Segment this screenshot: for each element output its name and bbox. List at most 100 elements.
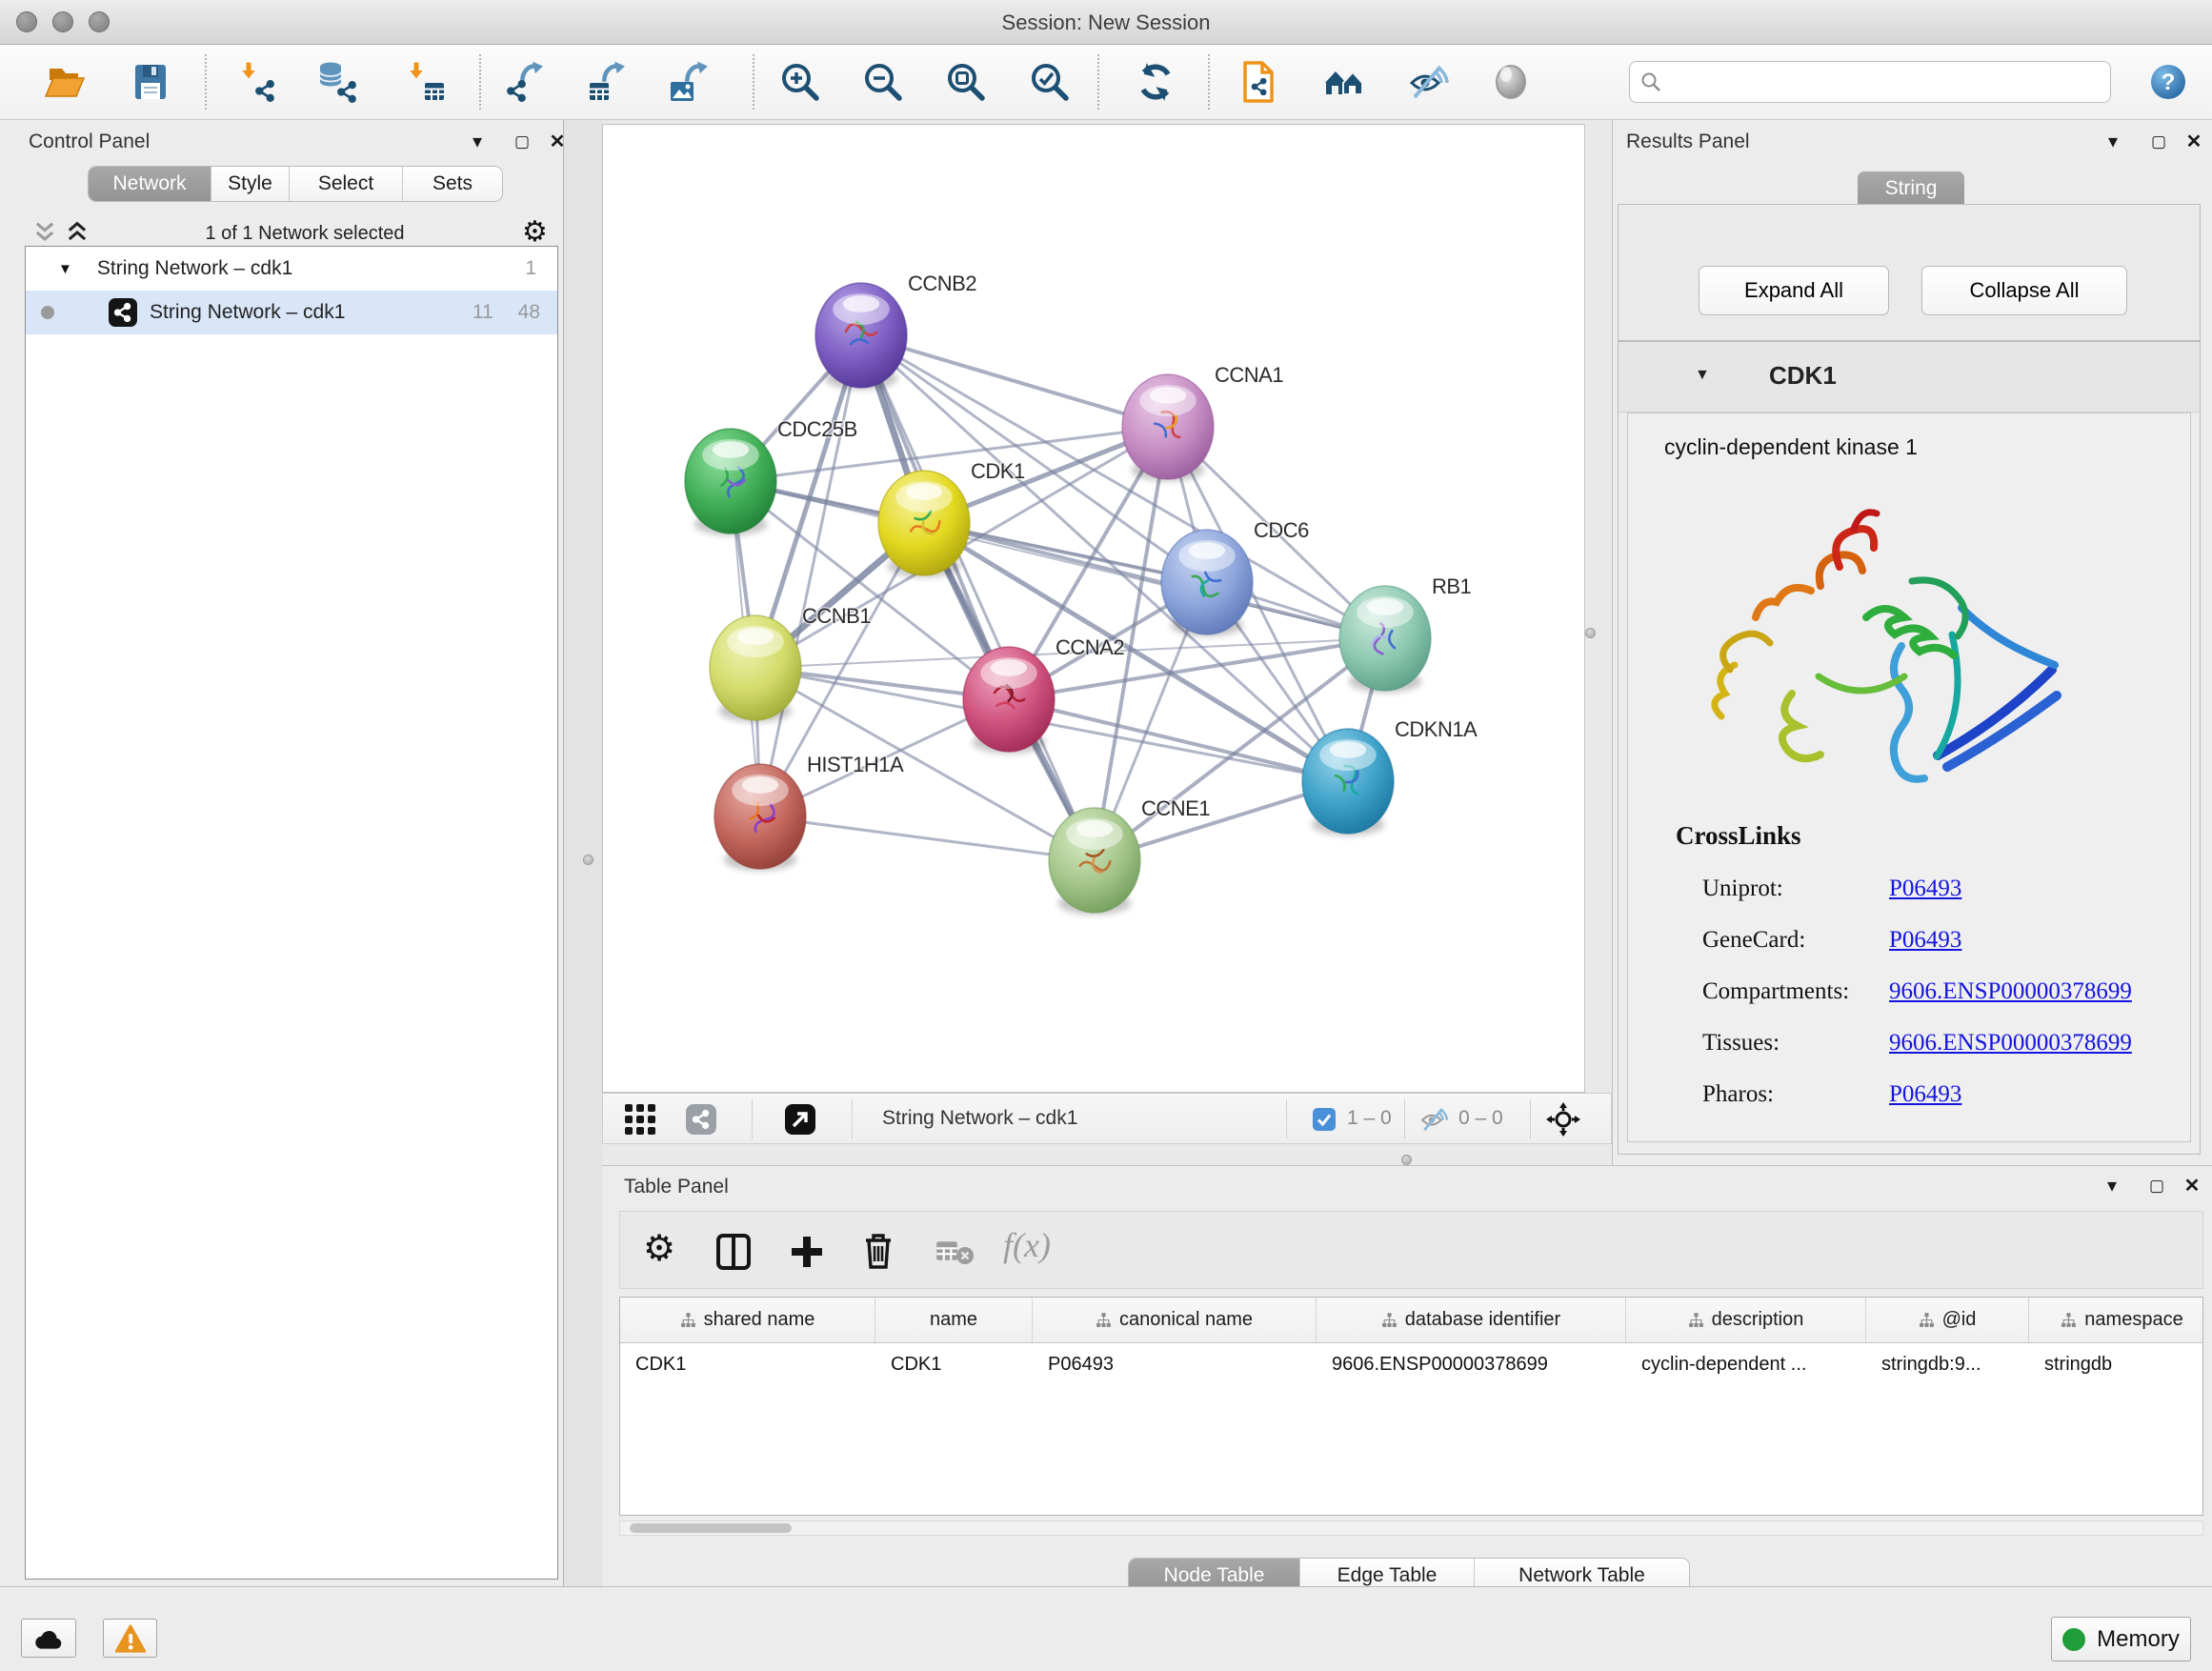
scrollbar-thumb[interactable] <box>630 1523 792 1533</box>
node-label-CCNA1: CCNA1 <box>1215 363 1283 387</box>
zoom-fit-icon[interactable] <box>944 60 988 104</box>
tab-sets[interactable]: Sets <box>403 167 502 201</box>
column-header-namespace[interactable]: namespace <box>2029 1298 2203 1342</box>
column-header--id[interactable]: @id <box>1866 1298 2029 1342</box>
node-CCNE1[interactable] <box>1049 808 1140 915</box>
open-in-window-icon[interactable] <box>784 1103 816 1136</box>
table-cell[interactable]: cyclin-dependent ... <box>1626 1343 1866 1385</box>
node-CCNA2[interactable] <box>963 647 1055 754</box>
column-header-canonical-name[interactable]: canonical name <box>1033 1298 1317 1342</box>
protein-structure-image <box>1676 474 2095 817</box>
hide-selected-eye-icon[interactable] <box>1406 60 1450 104</box>
expand-all-button[interactable]: Expand All <box>1699 266 1889 315</box>
main-toolbar: ? <box>0 45 2212 120</box>
export-image-icon[interactable] <box>668 60 712 104</box>
node-CDC25B[interactable] <box>685 429 776 535</box>
table-cell[interactable]: P06493 <box>1033 1343 1317 1385</box>
maximize-panel-icon[interactable]: ▢ <box>2142 1174 2171 1198</box>
open-session-icon[interactable] <box>43 60 87 104</box>
table-cell[interactable]: stringdb:9... <box>1866 1343 2029 1385</box>
export-network-icon[interactable] <box>503 60 547 104</box>
node-CCNA1[interactable] <box>1122 374 1214 481</box>
close-panel-icon[interactable]: ✕ <box>2180 130 2208 154</box>
close-panel-icon[interactable]: ✕ <box>543 130 572 154</box>
tab-string[interactable]: String <box>1858 171 1964 206</box>
selected-checkbox-icon[interactable] <box>1312 1107 1337 1132</box>
collapse-all-chevrons-icon[interactable] <box>65 219 90 246</box>
network-canvas[interactable]: CCNB2CCNA1CDC25BCDK1CDC6RB1CCNB1CCNA2CDK… <box>602 124 1585 1093</box>
node-CDK1[interactable] <box>878 471 970 577</box>
float-panel-icon[interactable]: ▾ <box>2098 1174 2126 1198</box>
warning-status-button[interactable] <box>103 1619 157 1658</box>
column-header-shared-name[interactable]: shared name <box>620 1298 875 1342</box>
bottom-splitter-handle[interactable] <box>1401 1155 1412 1165</box>
collapse-all-button[interactable]: Collapse All <box>1921 266 2127 315</box>
help-icon[interactable]: ? <box>2149 63 2187 101</box>
maximize-panel-icon[interactable]: ▢ <box>2144 130 2173 154</box>
float-panel-icon[interactable]: ▾ <box>2099 130 2127 154</box>
maximize-panel-icon[interactable]: ▢ <box>508 130 536 154</box>
table-row[interactable]: CDK1CDK1P064939606.ENSP00000378699cyclin… <box>620 1343 2202 1385</box>
tab-network[interactable]: Network <box>89 167 211 201</box>
show-columns-icon[interactable] <box>715 1233 752 1271</box>
import-network-database-icon[interactable] <box>316 60 360 104</box>
tab-style[interactable]: Style <box>211 167 290 201</box>
home-pages-icon[interactable] <box>1322 60 1366 104</box>
table-cell[interactable]: CDK1 <box>620 1343 875 1385</box>
node-RB1[interactable] <box>1339 586 1431 693</box>
network-edges[interactable] <box>731 335 1385 860</box>
node-CCNB1[interactable] <box>710 615 801 722</box>
cloud-status-button[interactable] <box>21 1619 76 1658</box>
network-view-title: String Network – cdk1 <box>882 1107 1077 1130</box>
tab-select[interactable]: Select <box>290 167 403 201</box>
delete-column-trash-icon[interactable] <box>860 1231 896 1271</box>
refresh-network-icon[interactable] <box>1134 60 1177 104</box>
save-session-icon[interactable] <box>129 60 172 104</box>
network-options-gear-icon[interactable]: ⚙ <box>522 215 548 249</box>
node-HIST1H1A[interactable] <box>714 764 806 871</box>
collapse-triangle-icon[interactable]: ▼ <box>58 261 72 277</box>
memory-button[interactable]: Memory <box>2051 1617 2191 1661</box>
column-header-name[interactable]: name <box>875 1298 1033 1342</box>
export-table-icon[interactable] <box>585 60 629 104</box>
close-panel-icon[interactable]: ✕ <box>2178 1174 2206 1198</box>
network-row-selected[interactable]: String Network – cdk1 11 48 <box>26 291 557 334</box>
string-network-badge-icon[interactable] <box>685 1103 717 1136</box>
left-splitter-handle[interactable] <box>583 855 593 865</box>
search-field[interactable] <box>1629 61 2111 103</box>
table-options-gear-icon[interactable]: ⚙ <box>643 1227 675 1270</box>
table-cell[interactable]: CDK1 <box>875 1343 1033 1385</box>
node-details-header[interactable]: ▼ CDK1 <box>1619 342 2200 413</box>
expand-all-chevrons-icon[interactable] <box>32 219 57 246</box>
node-CCNB2[interactable] <box>815 283 907 390</box>
collapse-triangle-icon[interactable]: ▼ <box>1695 367 1710 384</box>
search-input[interactable] <box>1662 71 2081 93</box>
import-network-file-icon[interactable] <box>236 60 280 104</box>
network-collection-row[interactable]: ▼ String Network – cdk1 1 <box>26 247 557 291</box>
right-splitter-handle[interactable] <box>1585 628 1596 638</box>
crosslink-link[interactable]: P06493 <box>1889 927 1961 954</box>
table-horizontal-scrollbar[interactable] <box>619 1520 2203 1536</box>
float-panel-icon[interactable]: ▾ <box>463 130 492 154</box>
pan-crosshair-icon[interactable] <box>1546 1102 1580 1137</box>
add-column-icon[interactable] <box>788 1233 826 1271</box>
toolbar-separator <box>1286 1099 1287 1139</box>
crosslink-link[interactable]: 9606.ENSP00000378699 <box>1889 1030 2132 1057</box>
column-header-database-identifier[interactable]: database identifier <box>1317 1298 1626 1342</box>
zoom-out-icon[interactable] <box>861 60 905 104</box>
network-snapshot-icon[interactable] <box>1237 60 1281 104</box>
table-cell[interactable]: stringdb <box>2029 1343 2203 1385</box>
toolbar-separator <box>852 1099 853 1139</box>
preview-sphere-icon[interactable] <box>1489 60 1533 104</box>
birdseye-grid-icon[interactable] <box>624 1103 656 1136</box>
node-CDC6[interactable] <box>1161 530 1253 636</box>
zoom-selected-icon[interactable] <box>1028 60 1072 104</box>
table-cell[interactable]: 9606.ENSP00000378699 <box>1317 1343 1626 1385</box>
crosslink-link[interactable]: P06493 <box>1889 876 1961 902</box>
import-table-file-icon[interactable] <box>404 60 448 104</box>
crosslink-link[interactable]: 9606.ENSP00000378699 <box>1889 978 2132 1005</box>
crosslink-link[interactable]: P06493 <box>1889 1081 1961 1108</box>
zoom-in-icon[interactable] <box>778 60 822 104</box>
column-header-description[interactable]: description <box>1626 1298 1866 1342</box>
node-CDKN1A[interactable] <box>1302 729 1394 836</box>
